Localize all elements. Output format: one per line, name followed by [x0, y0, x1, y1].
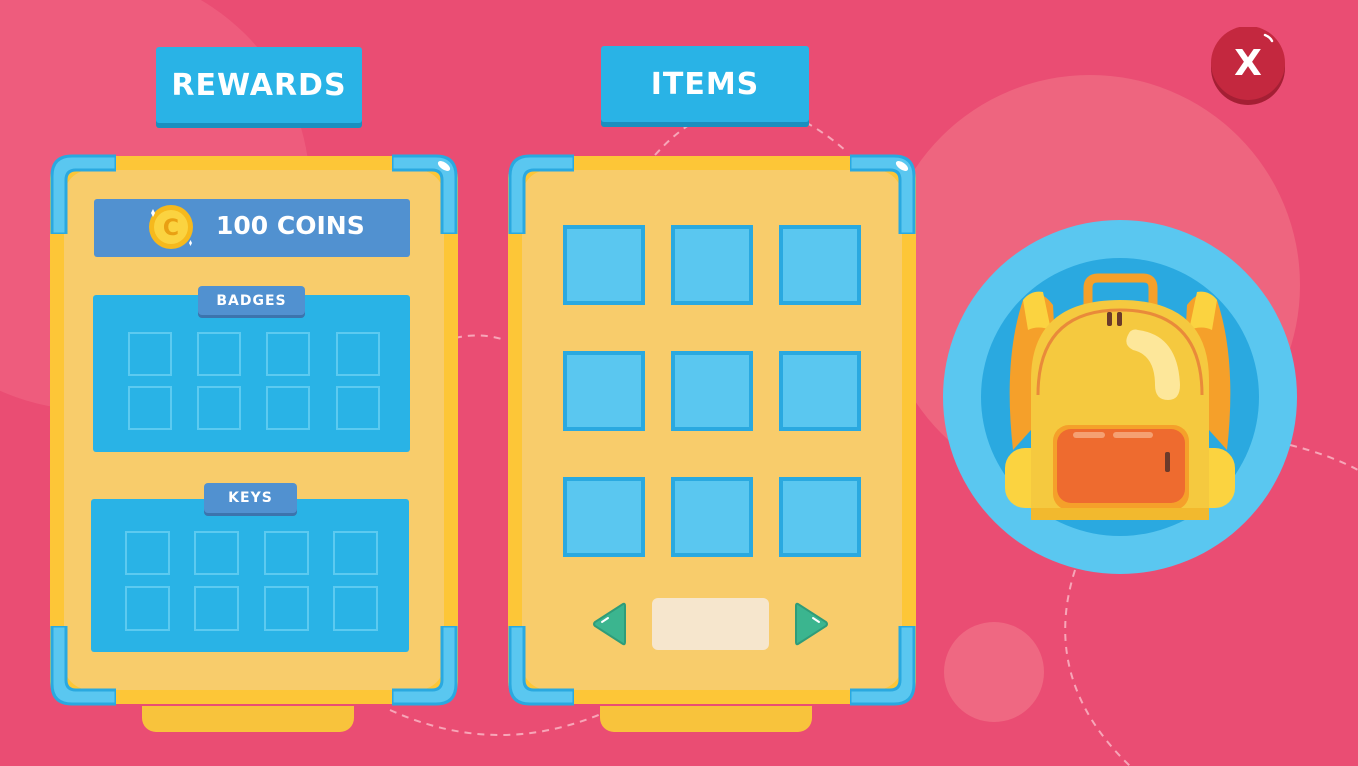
key-slot[interactable] — [125, 586, 170, 631]
item-slot[interactable] — [563, 225, 645, 305]
item-slot[interactable] — [671, 477, 753, 557]
item-slot[interactable] — [671, 225, 753, 305]
item-slot[interactable] — [563, 351, 645, 431]
badge-slot[interactable] — [128, 332, 172, 376]
item-slot[interactable] — [671, 351, 753, 431]
badge-slot[interactable] — [266, 332, 310, 376]
coin-icon: C — [149, 205, 193, 249]
key-slot[interactable] — [125, 531, 170, 575]
keys-label: KEYS — [204, 483, 297, 513]
panel-foot — [142, 706, 354, 732]
key-slot[interactable] — [333, 531, 378, 575]
panel-foot — [600, 706, 812, 732]
key-slot[interactable] — [333, 586, 378, 631]
item-slot[interactable] — [779, 225, 861, 305]
coins-count: 100 COINS — [216, 211, 365, 240]
backpack-icon — [943, 220, 1297, 574]
tab-items[interactable]: ITEMS — [601, 46, 809, 122]
corner-decoration — [850, 626, 916, 706]
tab-rewards[interactable]: REWARDS — [156, 47, 362, 123]
badge-slot[interactable] — [336, 332, 380, 376]
svg-text:C: C — [163, 216, 179, 241]
badge-slot[interactable] — [266, 386, 310, 430]
badge-slot[interactable] — [197, 332, 241, 376]
key-slot[interactable] — [264, 531, 309, 575]
inventory-screen: REWARDS ITEMS C 100 COINS BADGES KEYS X — [0, 0, 1358, 766]
key-slot[interactable] — [194, 586, 239, 631]
badge-slot[interactable] — [197, 386, 241, 430]
badges-label: BADGES — [198, 286, 305, 315]
page-indicator — [652, 598, 769, 650]
close-button[interactable] — [1210, 27, 1288, 105]
arrow-left-icon[interactable] — [592, 601, 626, 647]
arrow-right-icon[interactable] — [795, 601, 829, 647]
key-slot[interactable] — [264, 586, 309, 631]
item-slot[interactable] — [563, 477, 645, 557]
item-slot[interactable] — [779, 477, 861, 557]
item-slot[interactable] — [779, 351, 861, 431]
corner-decoration — [508, 626, 574, 706]
badge-slot[interactable] — [128, 386, 172, 430]
badge-slot[interactable] — [336, 386, 380, 430]
corner-decoration — [850, 154, 916, 234]
key-slot[interactable] — [194, 531, 239, 575]
corner-decoration — [508, 154, 574, 234]
